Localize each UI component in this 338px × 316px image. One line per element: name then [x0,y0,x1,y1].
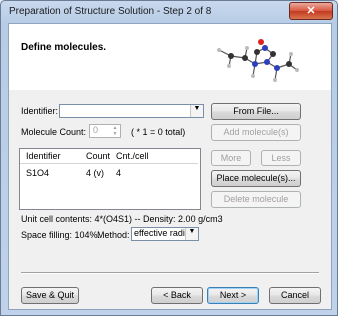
place-molecule-button[interactable]: Place molecule(s)... [211,170,301,187]
method-value: effective radii [134,228,187,238]
more-button[interactable]: More [211,150,251,166]
molecule-count-value: 0 [93,125,99,135]
identifier-combo[interactable]: ▼ [59,104,204,118]
column-header-identifier[interactable]: Identifier [26,151,61,163]
molecule-list[interactable]: Identifier Count Cnt./cell S1O4 4 (v) 4 [19,148,201,210]
from-file-button[interactable]: From File... [211,103,301,120]
wizard-header: Define molecules. [9,24,331,90]
save-quit-button[interactable]: Save & Quit [21,287,79,304]
page-heading: Define molecules. [21,42,107,53]
space-filling-text: Space filling: 104%. [21,230,101,240]
close-icon[interactable]: ✕ [289,2,333,20]
delete-molecule-button[interactable]: Delete molecule [211,191,301,208]
dialog-window: Preparation of Structure Solution - Step… [0,0,338,316]
row-cnt-cell: 4 [116,168,122,178]
cancel-button[interactable]: Cancel [269,287,321,304]
footer-divider [21,272,319,274]
window-title: Preparation of Structure Solution - Step… [9,6,212,17]
molecule-count-label: Molecule Count: [21,127,87,137]
unit-cell-contents: Unit cell contents: 4*(O4S1) -- Density:… [21,214,223,224]
next-button[interactable]: Next > [207,287,259,304]
less-button[interactable]: Less [261,150,301,166]
molecule-count-note: ( * 1 = 0 total) [131,127,186,137]
row-count: 4 (v) [86,168,104,178]
add-molecule-button[interactable]: Add molecule(s) [211,124,301,141]
method-select[interactable]: effective radii ▼ [131,227,199,241]
row-identifier: S1O4 [26,168,50,178]
dialog-client-area: Define molecules. Identifier: ▼ From Fil… [8,23,332,310]
spin-down-icon[interactable]: ▼ [110,131,120,137]
dropdown-arrow-icon[interactable]: ▼ [190,105,203,117]
column-header-count[interactable]: Count [86,151,110,163]
dropdown-arrow-icon[interactable]: ▼ [185,228,198,240]
molecule-preview-image [217,39,299,82]
molecule-count-spinner[interactable]: 0 ▲ ▼ [89,124,121,138]
method-label: Method: [97,230,130,240]
title-bar: Preparation of Structure Solution - Step… [1,1,337,23]
back-button[interactable]: < Back [151,287,203,304]
column-header-cnt-cell[interactable]: Cnt./cell [116,151,149,163]
identifier-label: Identifier: [21,106,59,116]
list-header-divider [20,163,198,164]
